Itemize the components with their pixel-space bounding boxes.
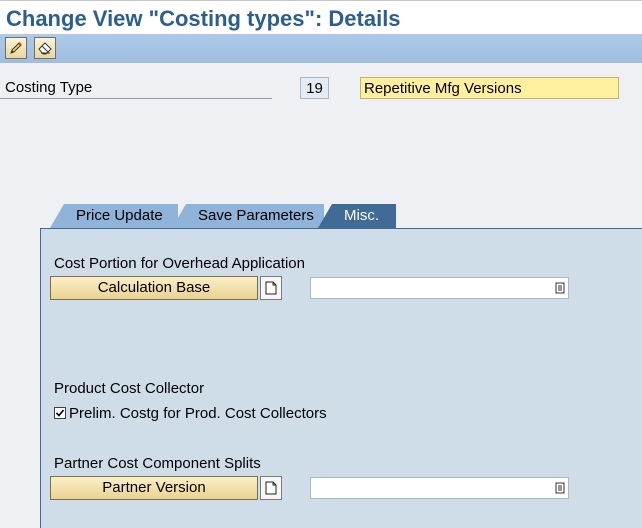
checkmark-icon [55, 409, 65, 417]
partner-version-button[interactable]: Partner Version [50, 476, 258, 500]
calculation-base-detail-button[interactable] [260, 276, 282, 300]
document-icon [265, 481, 277, 495]
eraser-icon [38, 42, 52, 55]
partner-version-dropdown[interactable] [310, 477, 569, 499]
tab-save-parameters-label: Save Parameters [198, 207, 314, 224]
list-dropdown-icon [555, 482, 565, 494]
costing-type-label: Costing Type [0, 77, 272, 99]
tab-price-update[interactable]: Price Update [50, 204, 178, 228]
tab-misc[interactable]: Misc. [318, 204, 396, 228]
overhead-section-heading: Cost Portion for Overhead Application [54, 255, 305, 272]
costing-type-code: 19 [300, 77, 329, 99]
collector-section-heading: Product Cost Collector [54, 380, 205, 397]
other-object-button[interactable] [34, 37, 56, 59]
display-change-button[interactable] [5, 37, 27, 59]
tab-save-parameters[interactable]: Save Parameters [172, 204, 324, 228]
prelim-costing-label: Prelim. Costg for Prod. Cost Collectors [69, 404, 327, 422]
page-title: Change View "Costing types": Details [0, 0, 642, 34]
prelim-costing-option[interactable]: Prelim. Costg for Prod. Cost Collectors [54, 404, 327, 422]
pencil-icon [10, 42, 22, 54]
list-dropdown-icon [555, 282, 565, 294]
tab-price-update-label: Price Update [76, 207, 163, 224]
application-toolbar [0, 34, 642, 64]
calculation-base-dropdown[interactable] [310, 277, 569, 299]
costing-type-name-field[interactable]: Repetitive Mfg Versions [360, 77, 619, 99]
partner-version-detail-button[interactable] [260, 476, 282, 500]
document-icon [265, 281, 277, 295]
calculation-base-button[interactable]: Calculation Base [50, 276, 258, 300]
tab-misc-label: Misc. [344, 207, 379, 224]
prelim-costing-checkbox[interactable] [54, 407, 66, 419]
partner-section-heading: Partner Cost Component Splits [54, 455, 261, 472]
